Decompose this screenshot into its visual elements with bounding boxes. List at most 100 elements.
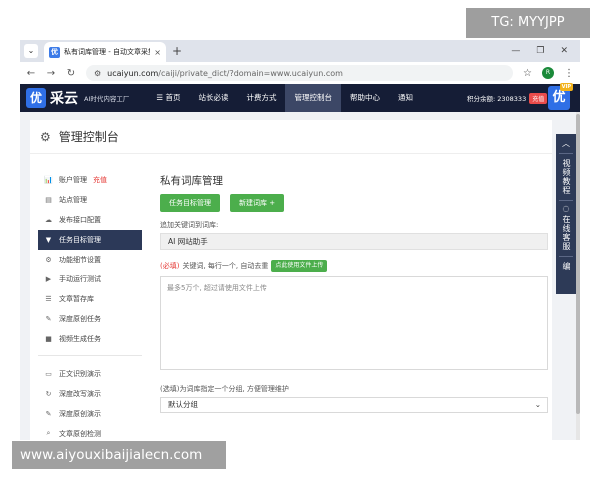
- sidebar-item-feature-settings[interactable]: ⚙ 功能细节设置: [38, 250, 142, 270]
- file-upload-button[interactable]: 点此使用文件上传: [271, 260, 328, 272]
- browser-window: ⌄ 优 私有词库管理 - 自动文章采集/ × + — ❐ ✕ ← → ↻ ⚙ u…: [20, 40, 580, 440]
- new-dict-button[interactable]: 新建词库 +: [230, 194, 285, 212]
- nav-billing[interactable]: 计费方式: [237, 84, 285, 112]
- recharge-link[interactable]: 充值: [93, 175, 107, 185]
- floating-help-panel: ︿ 视频教程 ◌ 在线客服 编: [556, 134, 576, 294]
- nav-notifications[interactable]: 通知: [389, 84, 422, 112]
- video-tutorial-link[interactable]: 视频教程: [560, 159, 572, 195]
- close-window-icon[interactable]: ✕: [560, 46, 568, 56]
- recharge-button[interactable]: 充值: [529, 92, 548, 104]
- scrollbar-thumb[interactable]: [576, 114, 580, 414]
- page-scrollbar[interactable]: [576, 112, 580, 440]
- database-icon: ☰: [45, 295, 52, 304]
- sidebar-item-account[interactable]: 📊 账户管理 充值: [38, 170, 142, 190]
- sidebar-item-rewrite-demo[interactable]: ↻ 深度改写演示: [38, 384, 142, 404]
- tab-search-button[interactable]: ⌄: [24, 44, 38, 58]
- vip-avatar[interactable]: 优 VIP: [548, 83, 573, 110]
- sidebar-item-originality-check[interactable]: ⌕ 文章原创检测: [38, 424, 142, 440]
- action-buttons: 任务目标管理 新建词库 +: [160, 194, 548, 212]
- dict-select[interactable]: AI 网站助手: [160, 233, 548, 250]
- sidebar-item-label: 视频生成任务: [59, 335, 101, 344]
- browser-menu-icon[interactable]: ⋮: [564, 68, 574, 79]
- dict-panel: 私有词库管理 任务目标管理 新建词库 + 追加关键词到词库: AI 网站助手 (…: [160, 170, 548, 413]
- panel-divider: [559, 256, 573, 257]
- panel-divider: [559, 153, 573, 154]
- nav-home[interactable]: ☰ 首页: [147, 84, 189, 112]
- sidebar-item-video-tasks[interactable]: ■ 视频生成任务: [38, 329, 142, 349]
- logo-name[interactable]: 采云: [50, 88, 78, 108]
- edit-icon: ✎: [45, 315, 52, 324]
- window-controls: — ❐ ✕: [511, 46, 580, 56]
- vip-tag: VIP: [559, 83, 573, 91]
- url-host: ucaiyun.com: [107, 68, 159, 78]
- site-info-icon[interactable]: ⚙: [94, 69, 101, 78]
- sidebar-item-label: 文章暂存库: [59, 295, 94, 304]
- reload-icon[interactable]: ↻: [66, 68, 76, 79]
- cogs-icon: ⚙: [45, 255, 52, 264]
- forward-icon[interactable]: →: [46, 68, 56, 79]
- nav-help[interactable]: 帮助中心: [341, 84, 389, 112]
- keywords-textarea[interactable]: 最多5万个, 超过请使用文件上传: [160, 276, 548, 370]
- restore-icon[interactable]: ❐: [536, 46, 544, 56]
- nav-must-read[interactable]: 站长必读: [189, 84, 237, 112]
- nav-console[interactable]: 管理控制台: [285, 84, 341, 112]
- watermark-top: TG: MYYJPP: [466, 8, 590, 38]
- profile-avatar[interactable]: R: [542, 67, 554, 79]
- tab-bar: ⌄ 优 私有词库管理 - 自动文章采集/ × + — ❐ ✕: [20, 40, 580, 62]
- sidebar-item-article-storage[interactable]: ☰ 文章暂存库: [38, 289, 142, 309]
- sidebar-item-publish-api[interactable]: ☁ 发布接口配置: [38, 210, 142, 230]
- search-icon: ⌕: [46, 429, 51, 438]
- browser-tab[interactable]: 优 私有词库管理 - 自动文章采集/ ×: [44, 42, 166, 62]
- sidebar-item-label: 账户管理: [59, 175, 87, 184]
- group-select[interactable]: 默认分组 ⌄: [160, 397, 548, 413]
- url-path: /caiji/private_dict/?domain=www.ucaiyun.…: [158, 68, 343, 78]
- group-select-value: 默认分组: [168, 400, 198, 409]
- task-targets-button[interactable]: 任务目标管理: [160, 194, 220, 212]
- online-service-link[interactable]: 在线客服: [560, 215, 572, 251]
- console-card: ⚙ 管理控制台 📊 账户管理 充值 ▤ 站点管理 ☁ 发布接口配置 ▼ 任务目标…: [30, 120, 552, 440]
- code-link[interactable]: 编: [560, 262, 572, 271]
- url-input[interactable]: ⚙ ucaiyun.com/caiji/private_dict/?domain…: [86, 65, 514, 81]
- sidebar-item-sites[interactable]: ▤ 站点管理: [38, 190, 142, 210]
- url-text: ucaiyun.com/caiji/private_dict/?domain=w…: [107, 69, 343, 78]
- console-sidebar: 📊 账户管理 充值 ▤ 站点管理 ☁ 发布接口配置 ▼ 任务目标管理 ⚙ 功能细…: [38, 170, 142, 440]
- headset-icon: ◌: [562, 204, 570, 213]
- gear-icon: ⚙: [40, 129, 51, 144]
- sidebar-item-label: 正文识别演示: [59, 369, 101, 378]
- address-bar: ← → ↻ ⚙ ucaiyun.com/caiji/private_dict/?…: [20, 62, 580, 84]
- list-icon: ▤: [45, 195, 52, 204]
- play-icon: ▶: [45, 275, 52, 284]
- sidebar-item-deep-original[interactable]: ✎ 深度原创任务: [38, 309, 142, 329]
- page-body: ⚙ 管理控制台 📊 账户管理 充值 ▤ 站点管理 ☁ 发布接口配置 ▼ 任务目标…: [20, 112, 576, 440]
- sidebar-item-manual-run[interactable]: ▶ 手动运行测试: [38, 269, 142, 289]
- sidebar-item-label: 文章原创检测: [59, 429, 101, 438]
- sidebar-divider: [38, 355, 142, 357]
- keywords-label: 关键词, 每行一个, 自动去重: [182, 262, 269, 270]
- main-nav: ☰ 首页 站长必读 计费方式 管理控制台 帮助中心 通知: [147, 84, 422, 112]
- filter-icon: ▼: [45, 235, 52, 244]
- add-keywords-label: 追加关键词到词库:: [160, 221, 219, 229]
- watermark-bottom: www.aiyouxibaijialecn.com: [12, 441, 226, 469]
- chevron-up-icon[interactable]: ︿: [562, 138, 570, 150]
- sidebar-item-label: 发布接口配置: [59, 215, 101, 224]
- logo-badge[interactable]: 优: [26, 88, 46, 108]
- edit-icon: ✎: [45, 409, 52, 418]
- sidebar-item-label: 深度原创演示: [59, 409, 101, 418]
- tab-close-icon[interactable]: ×: [154, 48, 161, 57]
- new-tab-button[interactable]: +: [172, 44, 182, 58]
- sidebar-item-original-demo[interactable]: ✎ 深度原创演示: [38, 404, 142, 424]
- cloud-icon: ☁: [45, 215, 52, 224]
- refresh-icon: ↻: [45, 389, 52, 398]
- sidebar-item-label: 深度原创任务: [59, 315, 101, 324]
- sidebar-item-label: 深度改写演示: [59, 389, 101, 398]
- chevron-down-icon: ⌄: [534, 400, 541, 409]
- group-label: (选填)为词库指定一个分组, 方便管理维护: [160, 385, 289, 393]
- minimize-icon[interactable]: —: [511, 46, 520, 56]
- sidebar-item-text-recognition-demo[interactable]: ▭ 正文识别演示: [38, 364, 142, 384]
- sidebar-item-label: 站点管理: [59, 195, 87, 204]
- logo-slogan: AI时代内容工厂: [84, 95, 130, 103]
- bookmark-star-icon[interactable]: ☆: [523, 68, 532, 79]
- points-balance: 积分余额: 2308333 充值: [467, 84, 548, 112]
- sidebar-item-task-targets[interactable]: ▼ 任务目标管理: [38, 229, 142, 250]
- back-icon[interactable]: ←: [26, 68, 36, 79]
